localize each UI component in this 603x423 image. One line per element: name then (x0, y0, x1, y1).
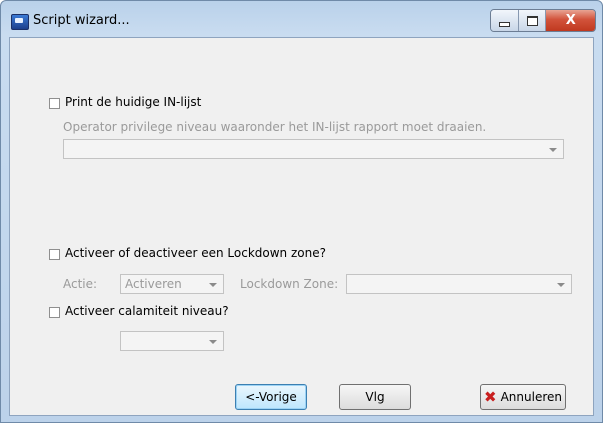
action-label: Actie: (63, 277, 98, 291)
cancel-x-icon: ✖ (484, 388, 497, 406)
chevron-down-icon (557, 283, 565, 287)
lockdown-zone-label: Lockdown Zone: (240, 277, 339, 291)
chevron-down-icon (209, 283, 217, 287)
lockdown-checkbox[interactable] (49, 249, 60, 260)
privilege-description: Operator privilege niveau waaronder het … (63, 120, 487, 134)
previous-button-label: <-Vorige (245, 390, 297, 404)
action-value: Activeren (125, 277, 182, 291)
caption-buttons: X (490, 9, 596, 32)
script-wizard-window: Script wizard... X Print de huidige IN-l… (0, 0, 603, 423)
print-in-list-label: Print de huidige IN-lijst (65, 95, 202, 109)
close-icon: X (565, 13, 576, 28)
minimize-icon (498, 22, 510, 27)
lockdown-zone-dropdown[interactable] (346, 274, 572, 294)
next-button-label: Vlg (365, 390, 385, 404)
lockdown-label: Activeer of deactiveer een Lockdown zone… (65, 246, 326, 260)
title-bar[interactable]: Script wizard... X (1, 1, 602, 37)
minimize-button[interactable] (491, 10, 519, 31)
window-title: Script wizard... (33, 13, 130, 28)
next-button[interactable]: Vlg (339, 384, 411, 410)
close-button[interactable]: X (546, 10, 595, 31)
chevron-down-icon (209, 340, 217, 344)
previous-button[interactable]: <-Vorige (235, 384, 307, 410)
cancel-button-label: Annuleren (500, 390, 562, 404)
privilege-level-dropdown[interactable] (63, 139, 564, 159)
action-dropdown[interactable]: Activeren (120, 274, 224, 294)
calamity-label: Activeer calamiteit niveau? (65, 304, 229, 318)
cancel-button[interactable]: ✖ Annuleren (480, 384, 566, 410)
maximize-icon (526, 15, 538, 26)
print-in-list-checkbox[interactable] (49, 98, 60, 109)
maximize-button[interactable] (518, 10, 547, 31)
wizard-client-area: Print de huidige IN-lijst Operator privi… (9, 37, 594, 416)
chevron-down-icon (549, 148, 557, 152)
calamity-checkbox[interactable] (49, 307, 60, 318)
app-icon (11, 14, 29, 30)
calamity-level-dropdown[interactable] (120, 331, 224, 351)
